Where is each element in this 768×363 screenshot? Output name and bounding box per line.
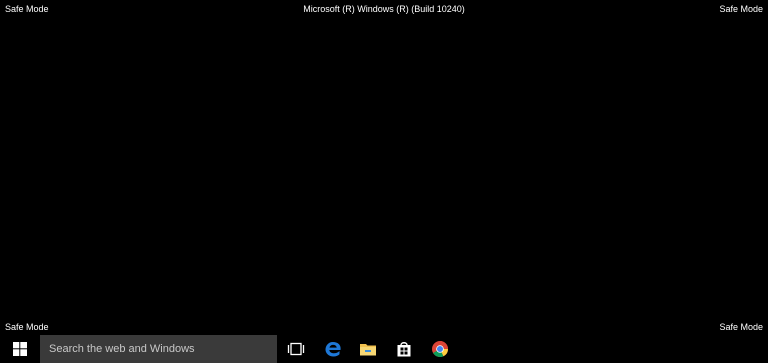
safe-mode-label-top-right: Safe Mode	[719, 4, 763, 14]
safe-mode-label-bottom-right: Safe Mode	[719, 322, 763, 332]
task-view-icon	[287, 342, 305, 356]
search-input[interactable]: Search the web and Windows	[40, 335, 277, 363]
task-view-button[interactable]	[281, 335, 311, 363]
file-explorer-button[interactable]	[353, 335, 383, 363]
windows-logo-icon	[13, 342, 27, 356]
chrome-button[interactable]	[425, 335, 455, 363]
safe-mode-label-bottom-left: Safe Mode	[5, 322, 49, 332]
taskbar: Search the web and Windows	[0, 335, 768, 363]
build-info-label: Microsoft (R) Windows (R) (Build 10240)	[303, 4, 465, 14]
desktop: Safe Mode Microsoft (R) Windows (R) (Bui…	[0, 0, 768, 335]
search-placeholder: Search the web and Windows	[49, 343, 195, 355]
edge-button[interactable]	[318, 335, 348, 363]
edge-icon	[325, 342, 341, 357]
start-button[interactable]	[0, 335, 40, 363]
store-icon	[397, 342, 411, 357]
file-explorer-icon	[360, 344, 376, 356]
store-button[interactable]	[389, 335, 419, 363]
chrome-icon	[432, 341, 448, 357]
